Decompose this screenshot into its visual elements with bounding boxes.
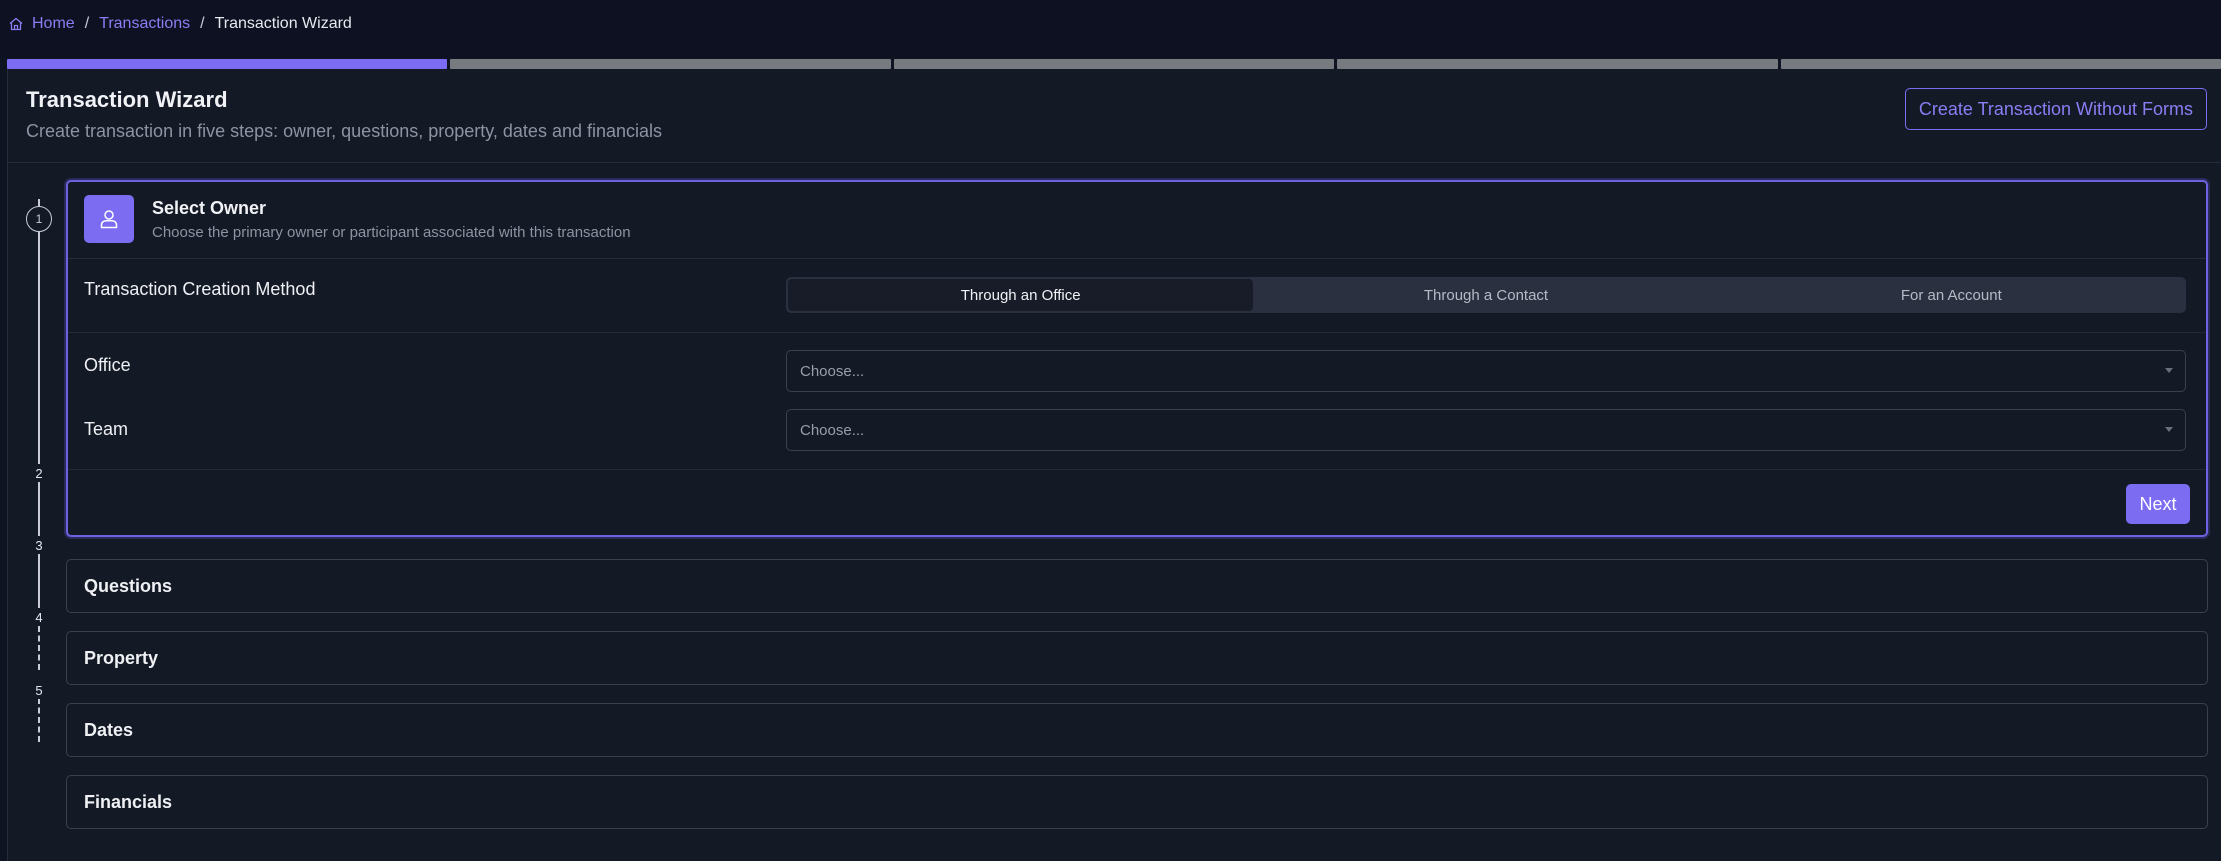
progress-segment-5 <box>1780 59 2221 69</box>
step-questions[interactable]: Questions <box>66 559 2208 613</box>
home-icon[interactable] <box>8 16 24 32</box>
breadcrumb: Home / Transactions / Transaction Wizard <box>8 14 352 34</box>
progress-segment-4 <box>1337 59 1778 69</box>
wizard-progress-bar <box>7 59 2221 69</box>
step-title: Questions <box>84 576 173 596</box>
step-dates[interactable]: Dates <box>66 703 2208 757</box>
step-select-owner: Select Owner Choose the primary owner or… <box>66 180 2208 537</box>
create-without-forms-button[interactable]: Create Transaction Without Forms <box>1904 88 2207 130</box>
user-icon <box>84 195 134 243</box>
page-title: Transaction Wizard <box>26 87 228 112</box>
chevron-down-icon <box>2165 427 2173 432</box>
step-footer: Next <box>68 469 2206 535</box>
step-indicator-1: 1 <box>26 206 52 232</box>
office-label: Office <box>84 355 131 375</box>
creation-method-row: Transaction Creation Method Through an O… <box>68 259 2206 333</box>
step-header: Select Owner Choose the primary owner or… <box>68 182 2206 259</box>
page-subtitle: Create transaction in five steps: owner,… <box>26 121 663 141</box>
top-bar: Home / Transactions / Transaction Wizard <box>0 0 2221 58</box>
office-select-value: Choose... <box>800 362 865 380</box>
chevron-down-icon <box>2165 368 2173 373</box>
step-description: Choose the primary owner or participant … <box>152 224 631 241</box>
breadcrumb-current: Transaction Wizard <box>214 15 352 32</box>
progress-segment-3 <box>893 59 1335 69</box>
progress-segment-1 <box>7 59 448 69</box>
method-option-account[interactable]: For an Account <box>1719 279 2184 311</box>
step-title: Financials <box>84 792 173 812</box>
wizard-card: Transaction Wizard Create transaction in… <box>7 69 2221 861</box>
breadcrumb-transactions-link[interactable]: Transactions <box>99 15 190 33</box>
creation-method-label: Transaction Creation Method <box>84 279 316 299</box>
team-label: Team <box>84 419 129 439</box>
stepper-connector <box>38 626 40 670</box>
step-title: Property <box>84 648 159 668</box>
breadcrumb-separator: / <box>84 15 90 32</box>
breadcrumb-home-link[interactable]: Home <box>32 15 75 33</box>
method-option-office[interactable]: Through an Office <box>788 279 1254 311</box>
step-indicator-2: 2 <box>30 464 48 482</box>
step-title: Dates <box>84 720 134 740</box>
step-indicator-3: 3 <box>30 536 48 554</box>
step-title: Select Owner <box>152 198 267 218</box>
stepper-connector <box>38 554 40 598</box>
progress-segment-2 <box>450 59 891 69</box>
creation-method-toggle: Through an Office Through a Contact For … <box>786 277 2186 313</box>
team-select-value: Choose... <box>800 421 865 439</box>
step-property[interactable]: Property <box>66 631 2208 685</box>
breadcrumb-separator: / <box>200 15 205 32</box>
step-indicator-4: 4 <box>30 608 48 626</box>
office-select[interactable]: Choose... <box>786 350 2186 392</box>
stepper-connector <box>38 698 40 742</box>
wizard-header: Transaction Wizard Create transaction in… <box>8 69 2221 163</box>
next-button[interactable]: Next <box>2126 484 2190 524</box>
step-financials[interactable]: Financials <box>66 775 2208 829</box>
stepper-connector <box>38 482 40 526</box>
step-indicator-5: 5 <box>30 681 48 699</box>
team-select[interactable]: Choose... <box>786 409 2186 451</box>
method-option-contact[interactable]: Through a Contact <box>1253 279 1718 311</box>
